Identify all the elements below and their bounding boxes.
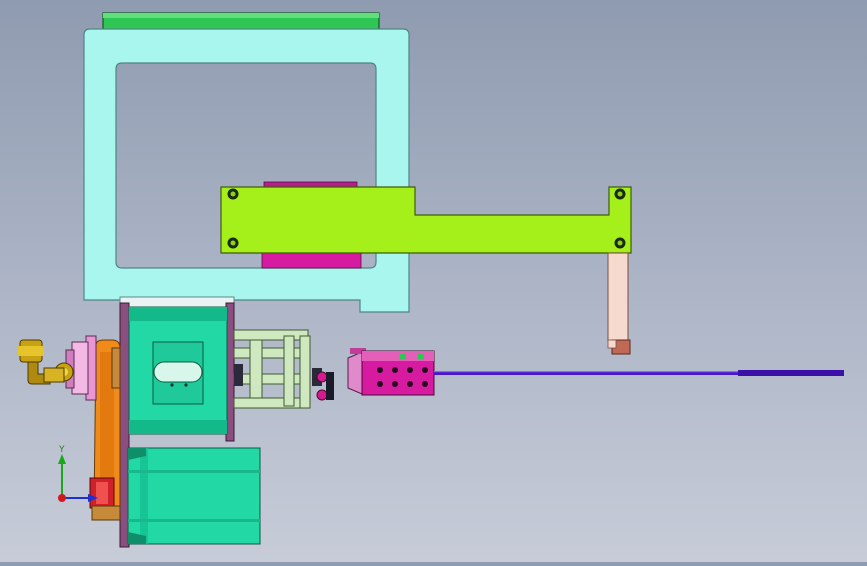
dispensing-needle [434, 370, 844, 376]
air-fitting [18, 339, 65, 385]
mounting-frame [83, 28, 410, 313]
y-axis-label: Y [58, 445, 65, 455]
stepper-motor [127, 447, 261, 545]
sensor-post [607, 252, 631, 355]
l-bracket [220, 186, 632, 254]
collet-holder [347, 348, 435, 396]
linkage-arms [233, 329, 311, 409]
cad-viewport[interactable]: Y [0, 0, 867, 562]
spindle-motor [128, 306, 228, 435]
motor-mount-plate [119, 296, 235, 308]
y-axis-arrow-icon [58, 454, 66, 464]
origin-icon [58, 494, 66, 502]
assembly-drawing: Y [18, 12, 844, 548]
